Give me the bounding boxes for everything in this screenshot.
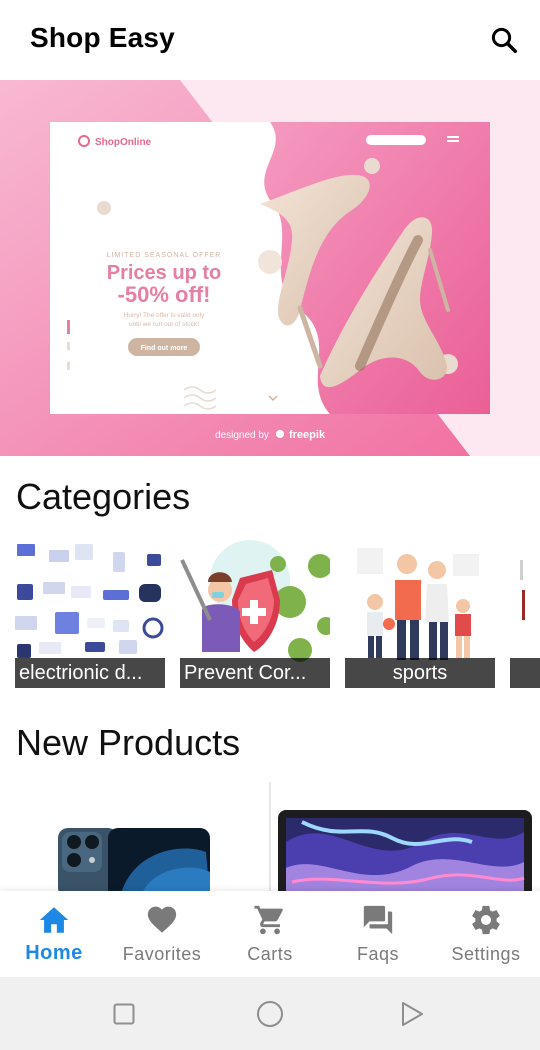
category-card-prevent-corona[interactable]: Prevent Cor... <box>180 540 330 688</box>
nav-home[interactable]: Home <box>0 891 108 977</box>
home-icon <box>39 907 69 933</box>
banner-kicker: LIMITED SEASONAL OFFER <box>107 252 222 259</box>
categories-carousel[interactable]: electrionic d... Prevent Cor... sports <box>0 540 540 690</box>
chat-icon <box>363 905 393 935</box>
search-icon <box>491 27 517 53</box>
nav-label-faqs: Faqs <box>356 944 400 964</box>
category-peek-image <box>510 540 540 688</box>
app-bar: Shop Easy <box>0 0 540 80</box>
category-label: electrionic d... <box>15 658 165 688</box>
cart-icon <box>254 905 283 935</box>
promo-banner[interactable]: ShopOnline LIMITED SEASONAL OFFER Prices… <box>0 80 540 456</box>
banner-subtext-2: until we run out of stock! <box>129 321 199 328</box>
iphone-product-image <box>0 782 268 892</box>
gear-icon <box>472 905 500 935</box>
category-card-sports[interactable]: sports <box>345 540 495 688</box>
recents-button[interactable] <box>109 999 139 1029</box>
banner-credit-brand: freepik <box>289 429 326 441</box>
new-products-heading: New Products <box>16 722 241 763</box>
nav-settings[interactable]: Settings <box>432 891 540 977</box>
categories-heading: Categories <box>16 476 191 517</box>
product-card-macbook[interactable] <box>272 782 540 892</box>
banner-headline-1: Prices up to <box>107 262 221 284</box>
banner-subtext-1: Hurry! The offer is valid only <box>124 312 205 319</box>
home-system-button[interactable] <box>255 999 285 1029</box>
search-button[interactable] <box>484 20 524 60</box>
nav-faqs[interactable]: Faqs <box>324 891 432 977</box>
nav-label-carts: Carts <box>247 944 293 964</box>
heart-icon <box>147 906 177 933</box>
product-card-iphone[interactable] <box>0 782 268 892</box>
category-card-electronics[interactable]: electrionic d... <box>15 540 165 688</box>
products-divider <box>269 782 271 892</box>
system-navigation-bar <box>0 977 540 1050</box>
category-label: sports <box>345 658 495 688</box>
back-button[interactable] <box>397 999 427 1029</box>
macbook-product-image <box>272 782 540 892</box>
category-card-next[interactable] <box>510 540 540 688</box>
nav-carts[interactable]: Carts <box>216 891 324 977</box>
nav-label-favorites: Favorites <box>122 944 202 964</box>
category-label: Prevent Cor... <box>180 658 330 688</box>
nav-label-home: Home <box>25 942 83 964</box>
products-grid <box>0 782 540 892</box>
banner-credit: designed by <box>215 430 269 441</box>
banner-cta-label: Find out more <box>141 345 188 352</box>
app-title: Shop Easy <box>30 22 175 53</box>
bottom-navigation: Home Favorites Carts Faqs Settings <box>0 891 540 977</box>
nav-label-settings: Settings <box>451 944 521 964</box>
banner-headline-2: -50% off! <box>118 282 211 307</box>
circle-icon <box>257 1001 283 1027</box>
banner-brand: ShopOnline <box>95 137 152 148</box>
triangle-back-icon <box>402 1002 423 1026</box>
square-icon <box>113 1003 135 1025</box>
banner-card: ShopOnline LIMITED SEASONAL OFFER Prices… <box>50 122 490 414</box>
nav-favorites[interactable]: Favorites <box>108 891 216 977</box>
